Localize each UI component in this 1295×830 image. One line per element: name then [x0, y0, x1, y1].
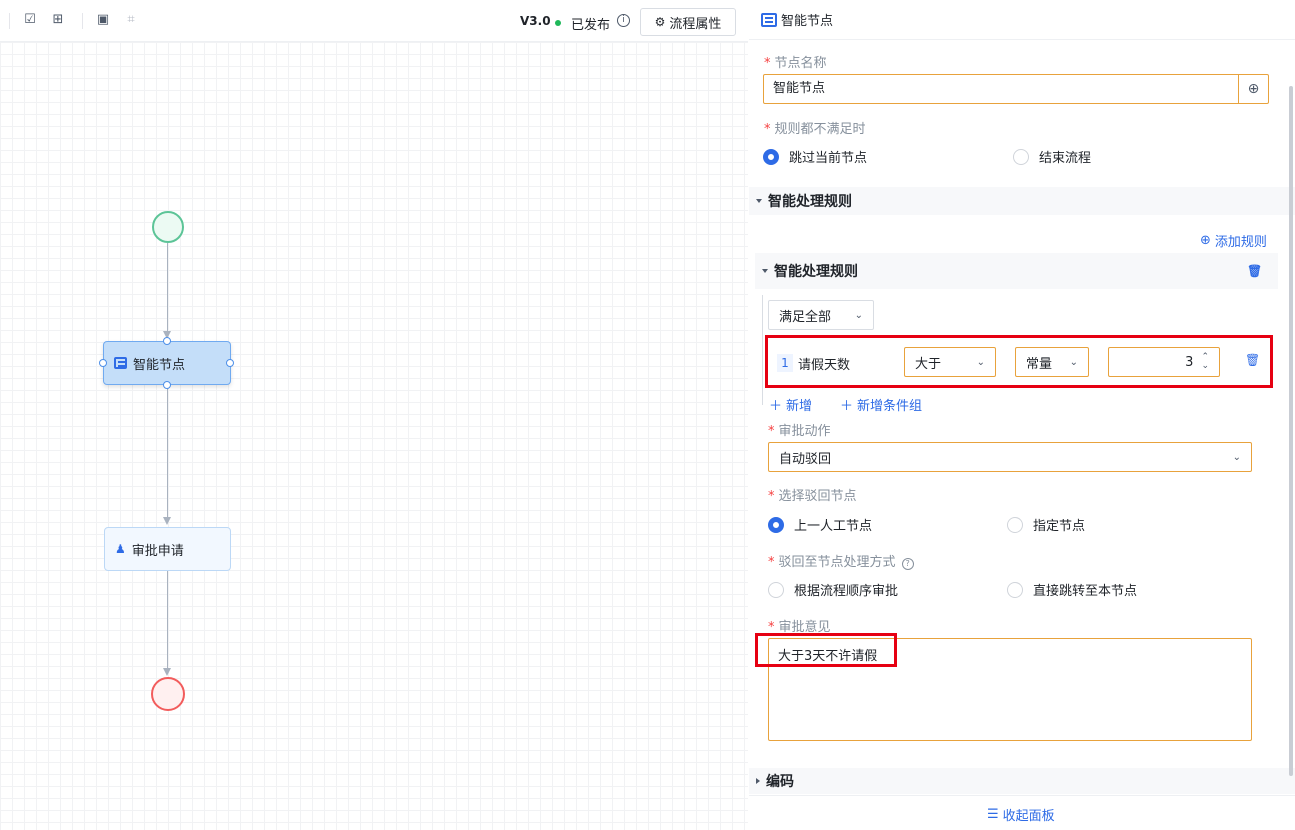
radio-dot — [768, 581, 784, 598]
plus-icon: ＋ — [769, 399, 783, 414]
rule-group-guide — [762, 295, 763, 405]
rule-group-header[interactable]: 智能处理规则 🗑 — [755, 253, 1278, 289]
version-label: V3.0 — [520, 14, 551, 28]
smart-rules-section-header[interactable]: 智能处理规则 — [749, 187, 1295, 215]
center-view-icon[interactable]: ⌗ — [123, 12, 139, 28]
smart-node-icon — [114, 357, 127, 369]
radio-jump-to-node[interactable]: 直接跳转至本节点 — [1007, 580, 1137, 599]
status-dot — [555, 20, 561, 26]
flow-properties-label: 流程属性 — [669, 16, 722, 32]
trash-icon[interactable]: 🗑 — [1247, 265, 1262, 278]
info-icon[interactable]: i — [617, 14, 630, 27]
add-rule-link[interactable]: ⊕ 添加规则 — [1200, 231, 1267, 250]
toolbar-divider — [9, 13, 10, 29]
highlight-condition-box — [765, 335, 1273, 388]
smart-node-label: 智能节点 — [133, 357, 186, 373]
radio-dot — [768, 516, 784, 533]
toolbar-divider — [82, 13, 83, 29]
node-name-label: * 节点名称 — [764, 56, 827, 71]
radio-previous-manual-node[interactable]: 上一人工节点 — [768, 515, 872, 534]
chevron-down-icon: ⌄ — [854, 309, 863, 321]
flow-canvas-area: ☑ ⊞ ▣ ⌗ V3.0 已发布 i ⚙ 流程属性 智能节点 ♟ 审批申请 — [0, 0, 748, 830]
radio-specific-node[interactable]: 指定节点 — [1007, 515, 1085, 534]
port-bottom[interactable] — [163, 381, 171, 389]
panel-header: 智能节点 — [749, 0, 1295, 40]
edge-start-to-smart — [167, 243, 168, 336]
caret-right-icon — [756, 778, 760, 784]
collapse-panel-button[interactable]: ☰ 收起面板 — [987, 805, 1055, 824]
help-icon[interactable]: ? — [901, 558, 914, 570]
status-text: 已发布 — [571, 18, 611, 33]
multi-select-icon[interactable]: ⊞ — [50, 12, 66, 28]
caret-down-icon — [762, 269, 768, 273]
add-condition-link[interactable]: ＋ 新增 — [769, 395, 812, 414]
approval-action-label: * 审批动作 — [768, 424, 831, 439]
radio-dot — [763, 148, 779, 165]
radio-dot — [1007, 516, 1023, 533]
approval-node[interactable]: ♟ 审批申请 — [104, 527, 231, 571]
plus-icon: ＋ — [840, 399, 854, 414]
radio-end-flow[interactable]: 结束流程 — [1013, 147, 1091, 166]
flow-canvas[interactable] — [0, 42, 748, 830]
caret-down-icon — [756, 199, 762, 203]
radio-dot — [1013, 148, 1029, 165]
node-name-input[interactable]: 智能节点 ⊕ — [763, 74, 1269, 104]
reject-mode-label: * 驳回至节点处理方式 ? — [768, 551, 914, 570]
highlight-comment-box — [755, 633, 897, 667]
radio-by-flow-order[interactable]: 根据流程顺序审批 — [768, 580, 898, 599]
port-top[interactable] — [163, 337, 171, 345]
edge-arrow — [163, 668, 171, 676]
match-mode-select[interactable]: 满足全部 ⌄ — [768, 300, 874, 330]
smart-node[interactable]: 智能节点 — [99, 337, 234, 389]
edge-approval-to-end — [167, 571, 168, 670]
end-node[interactable] — [151, 677, 185, 711]
plus-circle-icon: ⊕ — [1200, 233, 1211, 248]
reject-node-label: * 选择驳回节点 — [768, 489, 857, 504]
fit-view-icon[interactable]: ▣ — [95, 12, 111, 28]
panel-scrollbar[interactable] — [1289, 86, 1293, 776]
user-icon: ♟ — [115, 542, 126, 556]
properties-panel: 智能节点 * 节点名称 智能节点 ⊕ * 规则都不满足时 跳过当前节点 结束流程 智… — [749, 0, 1295, 830]
edge-arrow — [163, 517, 171, 525]
port-left[interactable] — [99, 359, 107, 367]
rules-unmet-label: * 规则都不满足时 — [764, 122, 866, 137]
approval-action-select[interactable]: 自动驳回 ⌄ — [768, 442, 1252, 472]
canvas-toolbar: ☑ ⊞ ▣ ⌗ V3.0 已发布 i ⚙ 流程属性 — [0, 0, 748, 42]
chevron-down-icon: ⌄ — [1232, 451, 1241, 463]
port-right[interactable] — [226, 359, 234, 367]
smart-node-icon — [761, 12, 777, 27]
radio-skip-node[interactable]: 跳过当前节点 — [763, 147, 867, 166]
collapse-icon: ☰ — [987, 807, 999, 822]
globe-icon[interactable]: ⊕ — [1238, 75, 1268, 103]
start-node[interactable] — [152, 211, 184, 243]
panel-title: 智能节点 — [781, 14, 834, 29]
edge-smart-to-approval — [167, 385, 168, 519]
radio-dot — [1007, 581, 1023, 598]
gear-icon: ⚙ — [654, 15, 666, 29]
code-section-header[interactable]: 编码 — [749, 768, 1295, 794]
flow-properties-button[interactable]: ⚙ 流程属性 — [640, 8, 736, 36]
approval-node-label: 审批申请 — [131, 543, 184, 559]
select-all-icon[interactable]: ☑ — [22, 12, 38, 28]
add-condition-group-link[interactable]: ＋ 新增条件组 — [840, 395, 922, 414]
